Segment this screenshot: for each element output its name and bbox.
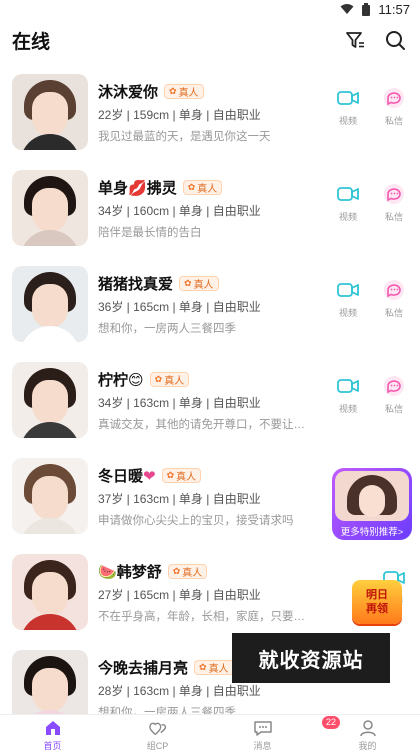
star-icon: ✿: [199, 661, 207, 672]
home-icon: [43, 718, 63, 738]
user-name: 猪猪找真爱: [98, 275, 174, 293]
heart-icon: ❤: [143, 467, 156, 485]
list-item[interactable]: 沐沐爱你 ✿ 真人 22岁 | 159cm | 单身 | 自由职业 我见过最蓝的天…: [0, 64, 420, 160]
battery-icon: [362, 2, 371, 16]
video-button[interactable]: 视频: [334, 374, 362, 415]
page-header: 在线: [0, 18, 420, 62]
chat-bubble-icon: [382, 182, 406, 206]
tab-home[interactable]: 首页: [0, 715, 105, 754]
verified-badge: ✿ 真人: [182, 179, 223, 195]
avatar[interactable]: [12, 74, 88, 150]
chat-bubble-icon: [382, 86, 406, 110]
user-signature: 想和你，一房两人三餐四季: [98, 707, 236, 714]
verified-badge: ✿ 真人: [179, 275, 219, 291]
avatar[interactable]: [12, 554, 88, 630]
verified-badge: ✿ 真人: [167, 563, 208, 579]
filter-icon[interactable]: [344, 29, 366, 51]
star-icon: ✿: [154, 373, 163, 384]
tab-cp[interactable]: 组CP: [105, 715, 210, 754]
video-icon: [336, 86, 360, 110]
watermark: 就收资源站: [232, 633, 390, 683]
chat-bubble-icon: [382, 374, 406, 398]
user-signature: 想和你，一房两人三餐四季: [98, 323, 236, 335]
video-icon: [336, 278, 360, 302]
avatar[interactable]: [12, 458, 88, 534]
chat-bubble-icon: [382, 278, 406, 302]
verified-badge: ✿ 真人: [164, 83, 204, 99]
chat-button[interactable]: 私信: [380, 374, 408, 415]
bottom-tab-bar: 首页 组CP 消息 22 我的: [0, 714, 420, 754]
list-item[interactable]: 单身💋拂灵 ✿ 真人 34岁 | 160cm | 单身 | 自由职业 陪伴是最长情…: [0, 160, 420, 256]
user-meta: 28岁 | 163cm | 单身 | 自由职业: [98, 684, 261, 698]
tab-profile[interactable]: 我的: [315, 715, 420, 754]
chat-button[interactable]: 私信: [380, 182, 408, 223]
user-signature: 真诚交友，其他的请免开尊口，不要让你的...: [98, 419, 308, 431]
message-icon: [253, 718, 273, 738]
user-name: 今晚去捕月亮: [98, 659, 189, 677]
user-signature: 不在乎身高，年龄，长相，家庭，只要聊得...: [98, 611, 308, 623]
recommend-avatar: [335, 471, 409, 521]
list-item[interactable]: 柠柠😊 ✿ 真人 34岁 | 163cm | 单身 | 自由职业 真诚交友，其他的…: [0, 352, 420, 448]
star-icon: ✿: [169, 85, 177, 96]
avatar[interactable]: [12, 650, 88, 714]
video-button[interactable]: 视频: [334, 278, 362, 319]
smile-icon: 😊: [128, 371, 144, 389]
chat-button[interactable]: 私信: [380, 278, 408, 319]
status-time: 11:57: [378, 1, 410, 17]
star-icon: ✿: [184, 277, 192, 288]
tab-messages[interactable]: 消息 22: [210, 715, 341, 754]
user-name: 🍉韩梦舒: [98, 563, 162, 581]
search-icon[interactable]: [384, 29, 406, 51]
profile-icon: [358, 718, 378, 738]
star-icon: ✿: [172, 565, 181, 576]
user-name: 柠柠😊: [98, 371, 144, 389]
recommend-label: 更多特别推荐>: [340, 527, 404, 538]
status-bar: 11:57: [0, 0, 420, 18]
user-name: 冬日暖❤: [98, 467, 156, 485]
page-title: 在线: [12, 31, 51, 53]
video-button[interactable]: 视频: [334, 86, 362, 127]
redeem-tomorrow-badge[interactable]: 明日 再领: [352, 580, 402, 624]
user-name: 沐沐爱你: [98, 83, 159, 101]
special-recommend-card[interactable]: 更多特别推荐>: [332, 468, 412, 540]
watermelon-icon: 🍉: [98, 563, 117, 581]
hearts-icon: [148, 718, 168, 738]
list-item[interactable]: 猪猪找真爱 ✿ 真人 36岁 | 165cm | 单身 | 自由职业 想和你，一房…: [0, 256, 420, 352]
wifi-icon: [340, 3, 354, 15]
video-icon: [336, 182, 360, 206]
lips-icon: 💋: [128, 179, 147, 197]
star-icon: ✿: [166, 469, 175, 480]
avatar[interactable]: [12, 362, 88, 438]
user-signature: 我见过最蓝的天，是遇见你这一天: [98, 131, 271, 143]
avatar[interactable]: [12, 266, 88, 342]
video-button[interactable]: 视频: [334, 182, 362, 223]
avatar[interactable]: [12, 170, 88, 246]
verified-badge: ✿ 真人: [149, 371, 190, 387]
verified-badge: ✿ 真人: [194, 659, 234, 675]
verified-badge: ✿ 真人: [161, 467, 202, 483]
chat-button[interactable]: 私信: [380, 86, 408, 127]
user-signature: 申请做你心尖尖上的宝贝，接受请求吗: [98, 515, 294, 527]
user-signature: 陪伴是最长情的告白: [98, 227, 202, 239]
star-icon: ✿: [187, 181, 196, 192]
user-name: 单身💋拂灵: [98, 179, 177, 197]
video-icon: [336, 374, 360, 398]
